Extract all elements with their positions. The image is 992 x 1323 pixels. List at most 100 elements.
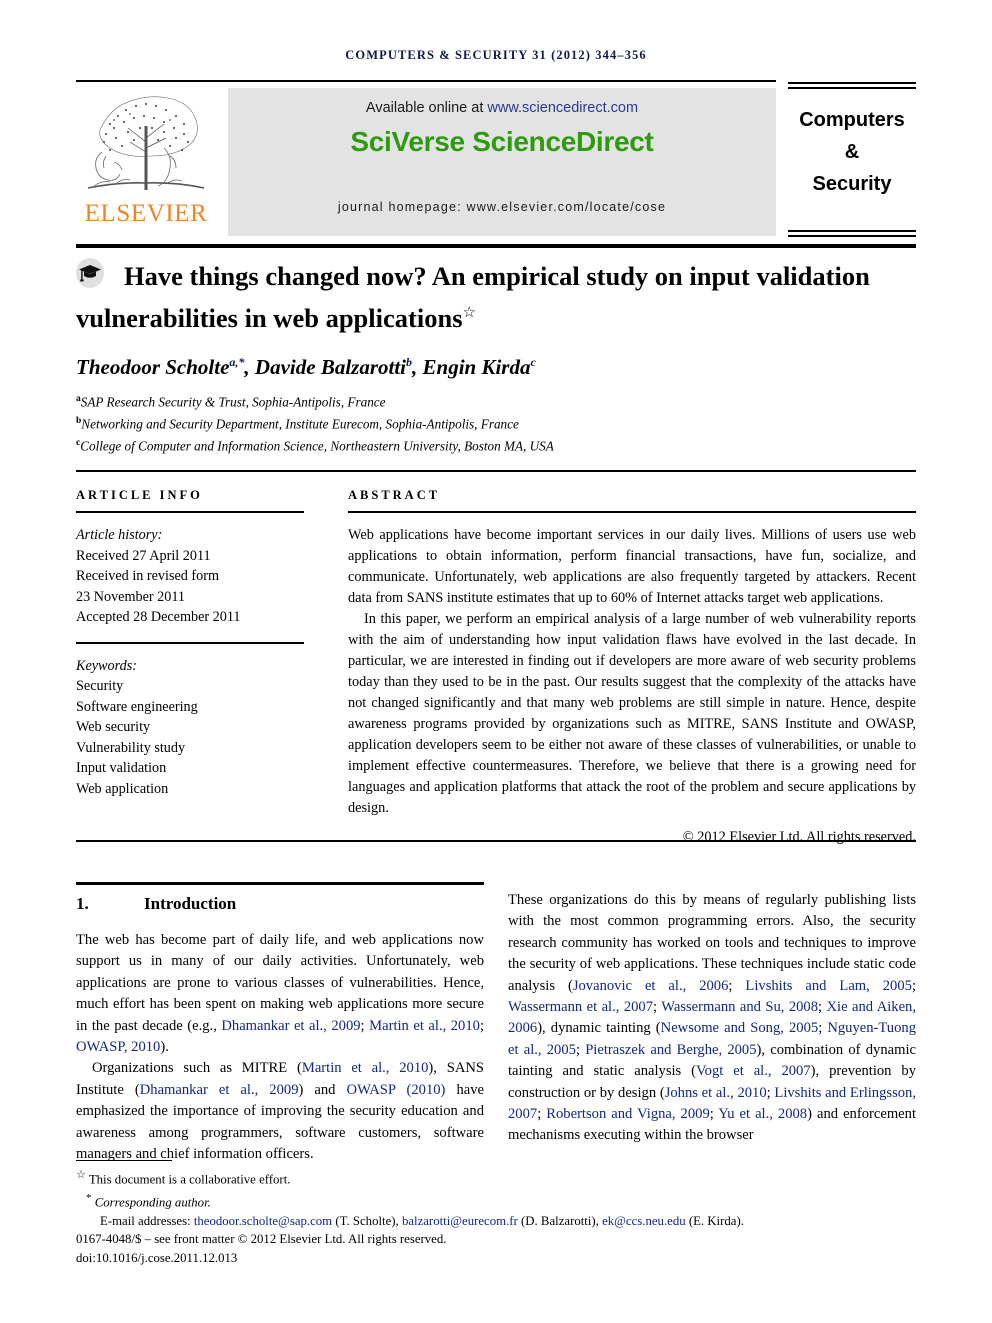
footnote-separator-rule: [76, 1160, 172, 1161]
footnote-collaborative-text: This document is a collaborative effort.: [88, 1172, 291, 1187]
author-affil-marker-2: b: [406, 355, 413, 369]
footnote-emails: E-mail addresses: theodoor.scholte@sap.c…: [100, 1213, 744, 1228]
affiliation-text-a: SAP Research Security & Trust, Sophia-An…: [80, 394, 386, 410]
email-link-2[interactable]: balzarotti@eurecom.fr: [402, 1214, 518, 1228]
article-history-line: Received 27 April 2011: [76, 547, 211, 564]
article-info-column: ARTICLE INFO Article history: Received 2…: [76, 488, 304, 799]
email-owner-1: (T. Scholte): [335, 1213, 396, 1228]
footnote-star-icon: ☆: [76, 1169, 86, 1181]
masthead-bottom-rule: [76, 244, 916, 248]
body-paragraph: The web has become part of daily life, a…: [76, 932, 485, 1056]
body-column-left: The web has become part of daily life, a…: [76, 930, 484, 1165]
body-paragraph: Organizations such as MITRE (Martin et a…: [76, 1060, 485, 1163]
author-list: Theodoor Scholtea,*, Davide Balzarottib,…: [76, 355, 536, 379]
running-head: COMPUTERS & SECURITY 31 (2012) 344–356: [345, 48, 647, 62]
citation-link[interactable]: OWASP (2010): [347, 1082, 446, 1098]
abstract-section-top-rule: [76, 470, 916, 472]
author-affil-marker-1: a,*: [229, 355, 245, 369]
article-history-block: Article history: Received 27 April 2011 …: [76, 525, 304, 628]
journal-box-line-3: Security: [812, 173, 892, 195]
abstract-paragraph: Web applications have become important s…: [348, 527, 916, 606]
keyword-item[interactable]: Web application: [76, 779, 304, 800]
email-owner-3: (E. Kirda).: [688, 1213, 744, 1228]
affiliation-item: aSAP Research Security & Trust, Sophia-A…: [76, 390, 916, 412]
sciverse-sciencedirect-logo: SciVerse ScienceDirect: [350, 126, 654, 157]
available-online-label: Available online at: [365, 100, 488, 116]
footnote-asterisk-icon: *: [86, 1191, 92, 1204]
keyword-item[interactable]: Vulnerability study: [76, 738, 304, 759]
citation-link[interactable]: Wassermann et al., 2007: [508, 999, 653, 1015]
doi-line: doi:10.1016/j.cose.2011.12.013: [76, 1249, 916, 1268]
page-title: Have things changed now? An empirical st…: [76, 258, 916, 337]
paper-page: COMPUTERS & SECURITY 31 (2012) 344–356 E…: [0, 0, 992, 1323]
keywords-rule: [76, 641, 304, 644]
section-title: Introduction: [144, 894, 237, 913]
abstract-heading: ABSTRACT: [348, 488, 441, 502]
journal-box-line-2: &: [844, 141, 860, 163]
author-name-1[interactable]: Theodoor Scholte: [76, 355, 229, 379]
header-rule: [76, 80, 776, 82]
citation-link[interactable]: Johns et al., 2010: [665, 1085, 767, 1101]
citation-link[interactable]: Martin et al., 2010: [302, 1060, 429, 1076]
journal-homepage-line[interactable]: journal homepage: www.elsevier.com/locat…: [228, 200, 776, 214]
body-paragraph: These organizations do this by means of …: [508, 892, 917, 1144]
keyword-item[interactable]: Software engineering: [76, 697, 304, 718]
citation-link[interactable]: OWASP, 2010: [76, 1039, 160, 1055]
author-affil-marker-3: c: [530, 355, 536, 369]
affiliation-text-b: Networking and Security Department, Inst…: [81, 416, 519, 432]
body-column-right: These organizations do this by means of …: [508, 890, 916, 1147]
citation-link[interactable]: Wassermann and Su, 2008: [661, 999, 818, 1015]
journal-box-rule-top-1: [788, 82, 916, 84]
citation-link[interactable]: Yu et al., 2008: [718, 1106, 807, 1122]
elsevier-wordmark: ELSEVIER: [84, 200, 208, 227]
article-title-text: Have things changed now? An empirical st…: [76, 261, 870, 333]
citation-link[interactable]: Jovanovic et al., 2006: [573, 978, 729, 994]
affiliation-item: bNetworking and Security Department, Ins…: [76, 412, 916, 434]
keywords-block: Keywords: Security Software engineering …: [76, 641, 304, 800]
masthead: ELSEVIER Available online at www.science…: [76, 88, 776, 236]
citation-link[interactable]: Robertson and Vigna, 2009: [546, 1106, 709, 1122]
article-history-line: Received in revised form: [76, 568, 220, 584]
abstract-column: ABSTRACT Web applications have become im…: [348, 488, 916, 846]
citation-link[interactable]: Dhamankar et al., 2009: [221, 1018, 360, 1034]
citation-link[interactable]: Pietraszek and Berghe, 2005: [585, 1042, 756, 1058]
section-heading-rule: [76, 882, 484, 885]
available-online-line: Available online at www.sciencedirect.co…: [228, 100, 776, 116]
journal-box-rule-top-2: [788, 87, 916, 89]
email-addresses-label: E-mail addresses:: [100, 1213, 191, 1228]
footnote-collaborative: ☆ This document is a collaborative effor…: [76, 1166, 916, 1189]
sciencedirect-url[interactable]: www.sciencedirect.com: [487, 100, 638, 116]
article-history-line: Accepted 28 December 2011: [76, 609, 241, 625]
abstract-rule: [348, 511, 916, 513]
abstract-body: Web applications have become important s…: [348, 525, 916, 819]
keyword-item[interactable]: Input validation: [76, 758, 304, 779]
citation-link[interactable]: Dhamankar et al., 2009: [140, 1082, 299, 1098]
title-footnote-marker[interactable]: ☆: [463, 305, 476, 321]
author-name-3[interactable]: Engin Kirda: [423, 355, 531, 379]
affiliation-item: cCollege of Computer and Information Sci…: [76, 434, 916, 456]
journal-box-rule-bottom-2: [788, 235, 916, 237]
elsevier-logo: ELSEVIER: [76, 88, 216, 236]
sciencedirect-banner: Available online at www.sciencedirect.co…: [228, 88, 776, 236]
email-link-3[interactable]: ek@ccs.neu.edu: [602, 1214, 686, 1228]
doi-label: doi:: [76, 1250, 96, 1265]
journal-box-line-1: Computers: [799, 109, 905, 131]
citation-link[interactable]: Vogt et al., 2007: [696, 1063, 811, 1079]
keyword-item[interactable]: Web security: [76, 717, 304, 738]
footnote-corresponding-text: Corresponding author.: [94, 1195, 211, 1210]
email-link-1[interactable]: theodoor.scholte@sap.com: [194, 1214, 332, 1228]
footnote-block: ☆ This document is a collaborative effor…: [76, 1166, 916, 1267]
author-name-2[interactable]: Davide Balzarotti: [255, 355, 406, 379]
keyword-item[interactable]: Security: [76, 676, 304, 697]
affiliation-list: aSAP Research Security & Trust, Sophia-A…: [76, 390, 916, 456]
citation-link[interactable]: Martin et al., 2010: [369, 1018, 480, 1034]
article-history-label: Article history:: [76, 527, 163, 543]
copyright-line: © 2012 Elsevier Ltd. All rights reserved…: [682, 829, 916, 845]
doi-value[interactable]: 10.1016/j.cose.2011.12.013: [96, 1251, 237, 1265]
abstract-section-bottom-rule: [76, 840, 916, 842]
citation-link[interactable]: Livshits and Lam, 2005: [745, 978, 912, 994]
keywords-label: Keywords:: [76, 657, 137, 674]
elsevier-tree-icon: [87, 96, 205, 190]
citation-link[interactable]: Newsome and Song, 2005: [661, 1020, 819, 1036]
journal-box-rule-bottom-1: [788, 230, 916, 232]
